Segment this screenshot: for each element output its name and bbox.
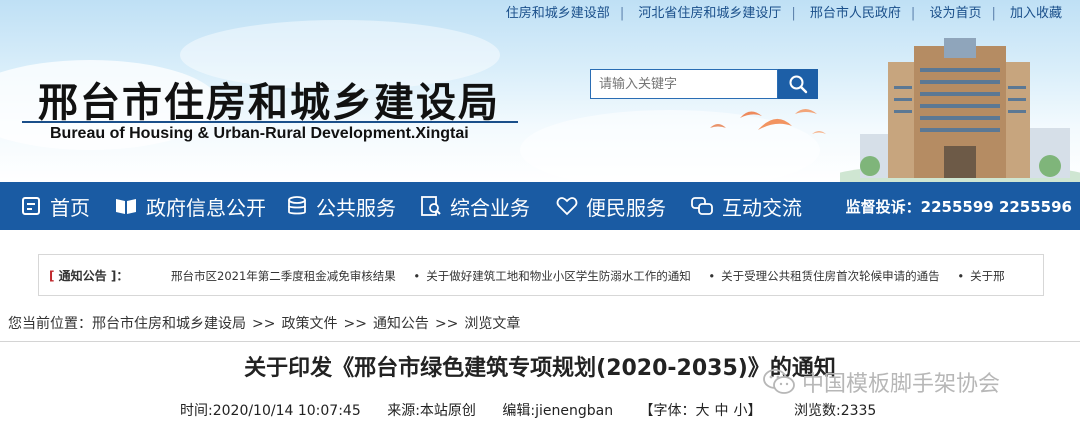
nav-item-business[interactable]: 综合业务 — [420, 182, 530, 230]
search-box — [590, 69, 787, 99]
font-small-button[interactable]: 小 — [734, 403, 748, 419]
nav-item-label: 政府信息公开 — [146, 195, 266, 220]
main-nav: 首页 政府信息公开 公共服务 综合业务 便民服务 互动交流 监督投诉：22555… — [0, 182, 1080, 230]
nav-item-interaction[interactable]: 互动交流 — [690, 182, 802, 230]
notice-bracket-close: ]： — [110, 269, 129, 283]
font-medium-button[interactable]: 中 — [715, 403, 729, 419]
font-size-control: 【字体：大中小】 — [640, 403, 762, 419]
notice-item[interactable]: 关于做好建筑工地和物业小区学生防溺水工作的通知 — [426, 269, 691, 283]
nav-item-gov-info[interactable]: 政府信息公开 — [114, 182, 266, 230]
breadcrumb-item[interactable]: 政策文件 — [281, 316, 337, 332]
top-link-xingtai-gov[interactable]: 邢台市人民政府 — [810, 6, 901, 21]
nav-item-label: 便民服务 — [586, 195, 666, 220]
top-links: 住房和城乡建设部 | 河北省住房和城乡建设厅 | 邢台市人民政府 | 设为首页 | 加入… — [505, 6, 1062, 21]
building-illustration — [840, 38, 1080, 182]
breadcrumb-separator: >> — [343, 316, 367, 332]
top-link-moh[interactable]: 住房和城乡建设部 — [506, 6, 610, 21]
home-icon — [22, 197, 40, 215]
breadcrumb: 您当前位置：邢台市住房和城乡建设局 >> 政策文件 >> 通知公告 >> 浏览文章 — [8, 313, 520, 333]
bullet-icon: • — [957, 269, 965, 283]
book-icon — [116, 199, 136, 214]
view-count: 浏览数:2335 — [793, 403, 877, 419]
search-button[interactable] — [778, 69, 818, 99]
notice-label: [ 通知公告 ]： — [49, 267, 128, 284]
font-size-close: 】 — [747, 403, 762, 419]
add-favorite-link[interactable]: 加入收藏 — [1010, 6, 1062, 21]
breadcrumb-separator: >> — [434, 316, 459, 332]
search-icon — [789, 75, 808, 94]
watermark: 中国模板脚手架协会 — [762, 366, 1000, 398]
birds-illustration — [710, 109, 826, 134]
document-search-icon — [421, 196, 441, 216]
nav-item-public-service[interactable]: 公共服务 — [286, 182, 396, 230]
chat-icon — [691, 197, 713, 215]
breadcrumb-separator: >> — [252, 316, 276, 332]
nav-item-label: 综合业务 — [450, 195, 530, 220]
site-subtitle-en: Bureau of Housing & Urban-Rural Developm… — [50, 125, 469, 142]
breadcrumb-item: 浏览文章 — [464, 316, 521, 332]
notice-item[interactable]: 邢台市区2021年第二季度租金减免审核结果 — [171, 269, 396, 283]
notice-marquee: 邢台市区2021年第二季度租金减免审核结果 • 关于做好建筑工地和物业小区学生防溺… — [171, 268, 1019, 284]
nav-item-home[interactable]: 首页 — [20, 182, 90, 230]
breadcrumb-item[interactable]: 邢台市住房和城乡建设局 — [92, 316, 246, 332]
watermark-text: 中国模板脚手架协会 — [802, 372, 1001, 397]
publish-time: 时间:2020/10/14 10:07:45 — [180, 403, 361, 419]
breadcrumb-prefix: 您当前位置： — [8, 316, 92, 332]
heart-icon — [556, 197, 578, 216]
nav-item-convenience[interactable]: 便民服务 — [556, 182, 666, 230]
database-icon — [288, 196, 306, 215]
bullet-icon: • — [708, 269, 716, 283]
bullet-icon: • — [413, 269, 421, 283]
wechat-icon — [763, 369, 795, 394]
notice-item[interactable]: 关于邢 — [970, 269, 1005, 283]
breadcrumb-item[interactable]: 通知公告 — [373, 316, 429, 332]
top-link-hebei[interactable]: 河北省住房和城乡建设厅 — [638, 6, 781, 21]
site-title: 邢台市住房和城乡建设局 — [38, 80, 500, 126]
article-source: 来源:本站原创 — [387, 403, 476, 419]
set-homepage-link[interactable]: 设为首页 — [929, 6, 981, 21]
title-divider — [22, 121, 518, 123]
breadcrumb-divider — [0, 341, 1080, 342]
font-large-button[interactable]: 大 — [696, 403, 710, 419]
article-editor: 编辑:jienengban — [502, 403, 614, 419]
nav-item-label: 互动交流 — [722, 195, 802, 220]
font-size-label: 【字体： — [639, 403, 696, 419]
article-meta: 时间:2020/10/14 10:07:45 来源:本站原创 编辑:jienen… — [180, 400, 898, 420]
nav-item-label: 公共服务 — [316, 195, 396, 220]
nav-item-label: 首页 — [50, 195, 90, 220]
search-input[interactable] — [591, 70, 787, 98]
notice-label-text: 通知公告 — [58, 269, 107, 283]
notice-bar: [ 通知公告 ]： 邢台市区2021年第二季度租金减免审核结果 • 关于做好建筑工… — [38, 254, 1044, 296]
notice-bracket-open: [ — [49, 269, 55, 283]
site-header: 住房和城乡建设部 | 河北省住房和城乡建设厅 | 邢台市人民政府 | 设为首页 | 加入… — [0, 0, 1080, 182]
complaint-hotline: 监督投诉：2255599 2255596 — [845, 197, 1072, 216]
notice-item[interactable]: 关于受理公共租赁住房首次轮候申请的通告 — [721, 269, 940, 283]
